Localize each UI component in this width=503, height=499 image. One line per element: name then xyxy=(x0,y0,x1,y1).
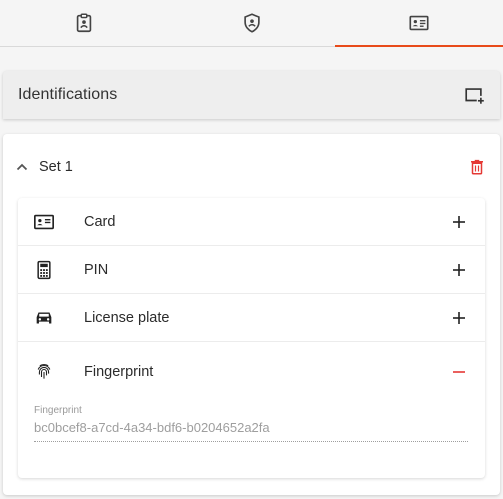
plus-icon xyxy=(453,263,465,276)
fingerprint-field-label: Fingerprint xyxy=(34,405,82,416)
list-item-pin[interactable]: PIN xyxy=(18,246,485,294)
set-title: Set 1 xyxy=(39,159,73,175)
list-item-card[interactable]: Card xyxy=(18,198,485,246)
chevron-up-icon xyxy=(16,163,28,171)
fingerprint-field[interactable]: Fingerprint bc0bcef8-a7cd-4a34-bdf6-b020… xyxy=(34,405,468,442)
tab-bar xyxy=(0,0,503,47)
shield-person-icon xyxy=(243,13,260,33)
add-pin-button[interactable] xyxy=(451,262,467,278)
tab-badge[interactable] xyxy=(0,0,168,46)
delete-set-button[interactable] xyxy=(468,158,486,176)
id-card-icon xyxy=(32,210,56,234)
fingerprint-icon xyxy=(32,360,56,384)
list-item-license-plate[interactable]: License plate xyxy=(18,294,485,342)
list-item-label: PIN xyxy=(84,261,109,278)
tab-identifications[interactable] xyxy=(335,0,503,47)
remove-fingerprint-button[interactable] xyxy=(451,364,467,380)
car-icon xyxy=(32,306,56,330)
page-title: Identifications xyxy=(18,86,118,103)
id-card-icon xyxy=(409,15,429,31)
fingerprint-field-value[interactable]: bc0bcef8-a7cd-4a34-bdf6-b0204652a2fa xyxy=(34,420,468,442)
identification-list: Card PIN License plate Fingerprint Finge… xyxy=(18,198,485,478)
set-header[interactable]: Set 1 xyxy=(3,134,500,200)
identifications-header: Identifications xyxy=(3,71,500,119)
minus-icon xyxy=(453,371,465,373)
list-item-label: Card xyxy=(84,213,116,230)
set-card: Set 1 Card PIN License plate Fingerprint… xyxy=(3,134,500,495)
add-card-button[interactable] xyxy=(451,214,467,230)
list-item-label: Fingerprint xyxy=(84,364,154,380)
collapse-set-button[interactable] xyxy=(15,160,29,174)
add-card-icon xyxy=(465,88,484,104)
badge-clipboard-icon xyxy=(76,13,92,33)
trash-icon xyxy=(471,159,483,175)
list-item-fingerprint[interactable]: Fingerprint xyxy=(18,342,485,402)
plus-icon xyxy=(453,215,465,228)
tab-security[interactable] xyxy=(168,0,336,46)
list-item-label: License plate xyxy=(84,309,170,326)
add-license-plate-button[interactable] xyxy=(451,310,467,326)
add-identification-button[interactable] xyxy=(463,84,485,106)
plus-icon xyxy=(453,311,465,324)
keypad-icon xyxy=(32,258,56,282)
